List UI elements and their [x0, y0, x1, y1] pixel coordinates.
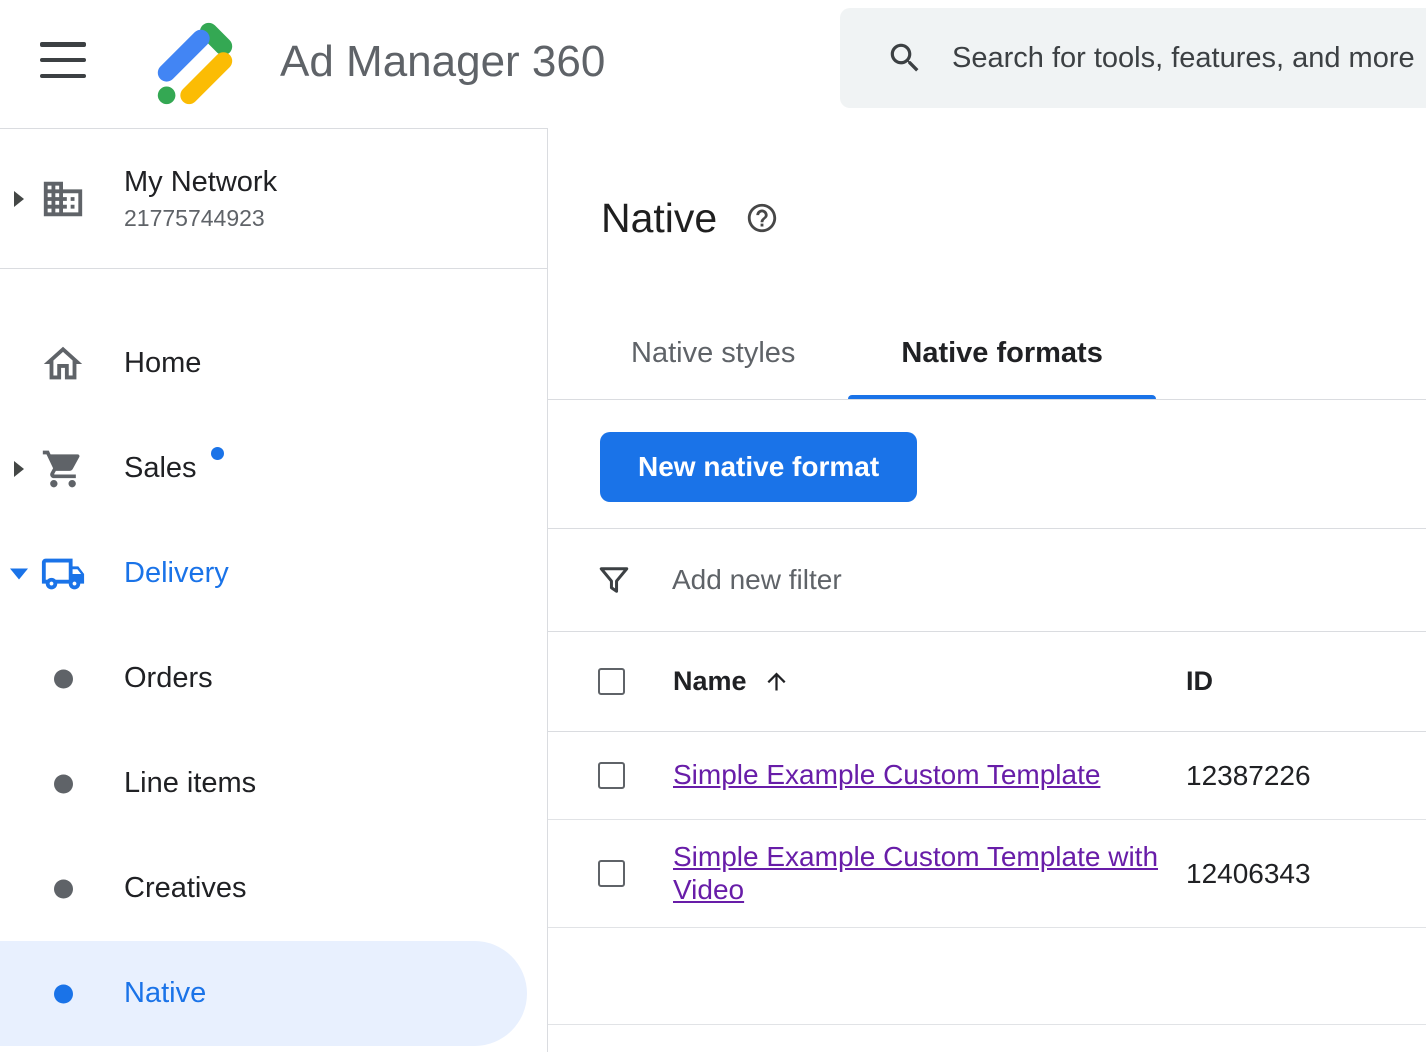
select-all-checkbox[interactable]	[598, 668, 625, 695]
tab-bar: Native styles Native formats	[548, 308, 1426, 400]
truck-icon	[40, 551, 86, 597]
sidebar-item-native[interactable]: Native	[0, 941, 527, 1046]
page-header: Native	[548, 128, 1426, 308]
search-icon	[886, 39, 924, 77]
top-bar: Ad Manager 360 Search for tools, feature…	[0, 0, 1426, 128]
native-format-link[interactable]: Simple Example Custom Template with Vide…	[673, 841, 1158, 904]
cart-icon	[40, 446, 86, 492]
table-row: Simple Example Custom Template with Vide…	[548, 820, 1426, 928]
native-format-link[interactable]: Simple Example Custom Template	[673, 759, 1100, 790]
app-root: Ad Manager 360 Search for tools, feature…	[0, 0, 1426, 1052]
sidebar-item-delivery[interactable]: Delivery	[0, 521, 547, 626]
row-id: 12387226	[1186, 760, 1426, 792]
hamburger-menu-button[interactable]	[40, 42, 86, 78]
table-row: Simple Example Custom Template 12387226	[548, 732, 1426, 820]
sidebar-item-label: Line items	[124, 767, 256, 800]
bullet-icon	[54, 879, 73, 898]
row-checkbox[interactable]	[598, 860, 625, 887]
sidebar-item-label: Creatives	[124, 872, 247, 905]
building-icon	[40, 176, 86, 222]
collapse-down-icon	[10, 568, 28, 579]
table-empty-space	[548, 928, 1426, 1025]
sidebar-item-sales[interactable]: Sales	[0, 416, 547, 521]
sidebar-item-creatives[interactable]: Creatives	[0, 836, 547, 941]
notification-dot	[211, 447, 224, 460]
help-icon[interactable]	[745, 201, 779, 235]
sidebar-item-label: Orders	[124, 662, 213, 695]
expand-right-icon	[14, 191, 24, 207]
sidebar: My Network 21775744923 Home Sales	[0, 128, 548, 1052]
row-checkbox[interactable]	[598, 762, 625, 789]
new-native-format-button[interactable]: New native format	[600, 432, 917, 502]
expand-right-icon	[14, 461, 24, 477]
sidebar-item-label: Home	[124, 347, 201, 380]
tab-native-formats[interactable]: Native formats	[848, 308, 1155, 399]
search-bar[interactable]: Search for tools, features, and more	[840, 8, 1426, 108]
filter-bar[interactable]: Add new filter	[548, 528, 1426, 632]
tab-native-styles[interactable]: Native styles	[578, 308, 848, 399]
row-id: 12406343	[1186, 858, 1426, 890]
app-title: Ad Manager 360	[280, 37, 605, 87]
bullet-icon	[54, 984, 73, 1003]
ad-manager-logo-icon	[148, 16, 242, 110]
sidebar-item-line-items[interactable]: Line items	[0, 731, 547, 836]
sort-ascending-icon[interactable]	[763, 668, 790, 695]
main-content: Native Native styles Native formats New …	[548, 128, 1426, 1052]
search-placeholder: Search for tools, features, and more	[952, 42, 1415, 75]
sidebar-nav: Home Sales Delivery Orders	[0, 269, 547, 1046]
column-header-name[interactable]: Name	[673, 666, 747, 697]
table-header-row: Name ID	[548, 632, 1426, 732]
network-selector[interactable]: My Network 21775744923	[0, 129, 547, 269]
home-icon	[40, 341, 86, 387]
bullet-icon	[54, 774, 73, 793]
sidebar-item-orders[interactable]: Orders	[0, 626, 547, 731]
sidebar-item-label: Delivery	[124, 557, 229, 590]
filter-label: Add new filter	[672, 564, 842, 596]
sidebar-item-label: Native	[124, 977, 206, 1010]
filter-icon	[596, 562, 632, 598]
network-code: 21775744923	[124, 205, 277, 232]
column-header-id[interactable]: ID	[1186, 666, 1426, 697]
network-name: My Network	[124, 166, 277, 199]
sidebar-item-label: Sales	[124, 452, 197, 485]
sidebar-item-home[interactable]: Home	[0, 311, 547, 416]
bullet-icon	[54, 669, 73, 688]
page-title: Native	[601, 195, 717, 242]
